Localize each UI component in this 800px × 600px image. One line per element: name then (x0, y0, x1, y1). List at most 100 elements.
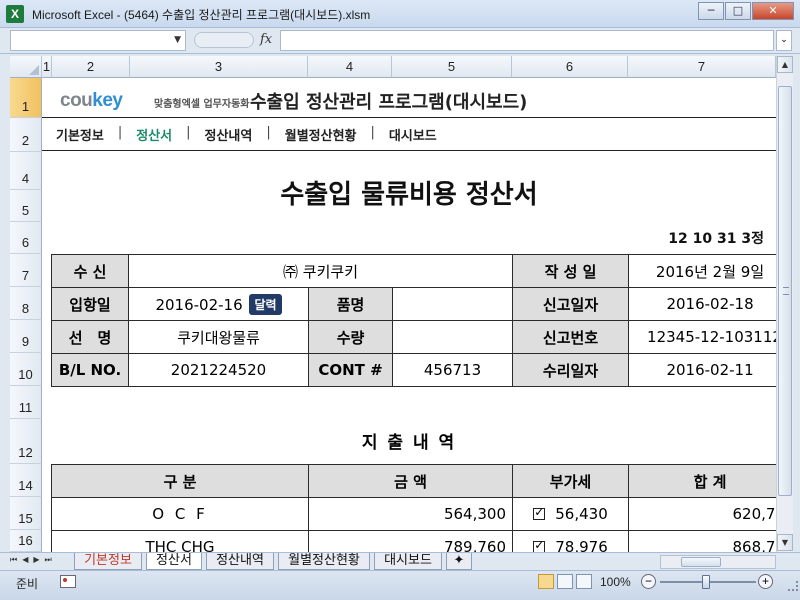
row-header-9[interactable]: 9 (10, 320, 42, 353)
created-date-value[interactable]: 2016년 2월 9일 (628, 254, 776, 288)
document-number[interactable]: 12 10 31 3정 (668, 228, 764, 248)
row-header-5[interactable]: 5 (10, 190, 42, 222)
arrival-date-cell[interactable]: 2016-02-16 달력 (128, 287, 309, 321)
menu-separator: | (186, 125, 191, 140)
sheet-tab-dashboard[interactable]: 대시보드 (374, 553, 442, 570)
excel-app-icon[interactable]: X (6, 5, 24, 23)
expense-section-title: 지 출 내 역 (361, 433, 457, 453)
expense-amount[interactable]: 789,760 (308, 530, 513, 552)
menu-divider (42, 150, 776, 151)
row-header-15[interactable]: 15 (10, 497, 42, 530)
col-header-1[interactable]: 1 (42, 56, 52, 78)
row-header-7[interactable]: 7 (10, 254, 42, 287)
table-row: B/L NO. 2021224520 CONT # 456713 수리일자 20… (51, 353, 776, 387)
menu-item-dashboard[interactable]: 대시보드 (389, 125, 437, 144)
formula-input[interactable] (280, 30, 774, 51)
expand-formula-bar-icon[interactable]: ⌄ (776, 30, 792, 51)
col-header-4[interactable]: 4 (308, 56, 392, 78)
item-name-value[interactable] (391, 287, 514, 321)
row-header-10[interactable]: 10 (10, 353, 42, 386)
expense-amount[interactable]: 564,300 (308, 497, 513, 531)
formula-splitter[interactable] (194, 32, 254, 48)
col-header-2[interactable]: 2 (52, 56, 130, 78)
menu-item-basic-info[interactable]: 기본정보 (56, 125, 104, 144)
page-break-view-icon[interactable] (576, 574, 592, 589)
sheet-tab-settlement[interactable]: 정산서 (146, 553, 202, 570)
resize-grip-icon[interactable] (788, 581, 798, 591)
sheet-nav-arrows-icon[interactable]: ⏮◀▶⏭ (10, 555, 57, 565)
arrival-date-value[interactable]: 2016-02-16 (155, 296, 242, 314)
report-number-value[interactable]: 12345-12-103112 (628, 320, 776, 354)
zoom-slider-thumb[interactable] (702, 575, 710, 589)
worksheet: coukey 맞춤형엑셀 업무자동화 수출입 정산관리 프로그램(대시보드) 기… (42, 78, 776, 552)
chevron-down-icon[interactable]: ▼ (174, 35, 181, 45)
zoom-level[interactable]: 100% (600, 575, 631, 589)
recipient-value[interactable]: ㈜ 쿠키쿠키 (127, 254, 514, 288)
scroll-down-icon[interactable]: ▼ (777, 534, 793, 551)
menu-item-monthly-status[interactable]: 월별정산현황 (285, 125, 357, 144)
expense-total[interactable]: 868,73 (628, 530, 776, 552)
menu-item-settlement-history[interactable]: 정산내역 (205, 125, 253, 144)
expense-table: 구 분 금 액 부가세 합 계 O C F 564,300 56,430 620… (51, 464, 776, 552)
normal-view-icon[interactable] (538, 574, 554, 589)
vertical-scroll-thumb[interactable] (778, 86, 792, 496)
horizontal-scrollbar[interactable] (660, 555, 776, 569)
col-header-7[interactable]: 7 (628, 56, 776, 78)
menu-item-settlement[interactable]: 정산서 (136, 125, 172, 144)
row-header-11[interactable]: 11 (10, 386, 42, 419)
col-header-6[interactable]: 6 (512, 56, 628, 78)
insert-function-icon[interactable]: fx (260, 32, 272, 47)
vertical-scrollbar[interactable]: ▲ ▼ (776, 56, 793, 552)
row-header-12[interactable]: 12 (10, 419, 42, 464)
expense-vat-cell[interactable]: 78,976 (512, 530, 629, 552)
horizontal-scroll-thumb[interactable] (681, 557, 721, 567)
page-layout-view-icon[interactable] (557, 574, 573, 589)
insert-sheet-icon[interactable]: ✦ (446, 553, 472, 570)
expense-total[interactable]: 620,73 (628, 497, 776, 531)
bl-number-label: B/L NO. (51, 353, 129, 387)
select-all-corner[interactable] (10, 56, 42, 78)
bl-number-value[interactable]: 2021224520 (128, 353, 309, 387)
col-header-3[interactable]: 3 (130, 56, 308, 78)
container-value[interactable]: 456713 (391, 353, 514, 387)
scroll-up-icon[interactable]: ▲ (777, 56, 793, 73)
minimize-button[interactable]: ─ (698, 2, 724, 20)
quantity-value[interactable] (391, 320, 514, 354)
expense-vat: 78,976 (555, 538, 608, 552)
calendar-button[interactable]: 달력 (249, 293, 282, 315)
name-box[interactable]: ▼ (10, 30, 186, 51)
sheet-tab-history[interactable]: 정산내역 (206, 553, 274, 570)
row-header-16[interactable]: 16 (10, 530, 42, 552)
close-button[interactable]: ✕ (752, 2, 794, 20)
menu-separator: | (370, 125, 375, 140)
vat-checkbox[interactable] (533, 538, 546, 552)
zoom-out-icon[interactable]: − (641, 574, 656, 589)
vat-checkbox[interactable] (533, 505, 546, 520)
status-bar: 준비 100% − + (0, 570, 800, 600)
maximize-button[interactable]: □ (725, 2, 751, 20)
left-strip (0, 56, 10, 552)
report-date-value[interactable]: 2016-02-18 (628, 287, 776, 321)
sheet-tab-monthly[interactable]: 월별정산현황 (278, 553, 370, 570)
table-row: 수 신 ㈜ 쿠키쿠키 작 성 일 2016년 2월 9일 (51, 254, 776, 288)
table-row: 선 명 쿠키대왕물류 수량 신고번호 12345-12-103112 (51, 320, 776, 354)
function-area: fx (190, 30, 280, 51)
expense-vat-cell[interactable]: 56,430 (512, 497, 629, 531)
row-header-8[interactable]: 8 (10, 287, 42, 320)
row-header-4[interactable]: 4 (10, 152, 42, 190)
ship-name-value[interactable]: 쿠키대왕물류 (128, 320, 309, 354)
row-header-6[interactable]: 6 (10, 222, 42, 254)
zoom-in-icon[interactable]: + (758, 574, 773, 589)
expense-category[interactable]: THC CHG (51, 530, 309, 552)
row-header-14[interactable]: 14 (10, 464, 42, 497)
macro-record-icon[interactable] (60, 575, 76, 588)
row-header-1[interactable]: 1 (10, 78, 42, 118)
row-header-2[interactable]: 2 (10, 118, 42, 152)
acceptance-date-value[interactable]: 2016-02-11 (628, 353, 776, 387)
sheet-tab-basic-info[interactable]: 기본정보 (74, 553, 142, 570)
expense-header-amount: 금 액 (308, 464, 513, 498)
sheet-tabs-bar: ⏮◀▶⏭ 기본정보 정산서 정산내역 월별정산현황 대시보드 ✦ (0, 552, 800, 570)
col-header-5[interactable]: 5 (392, 56, 512, 78)
expense-category[interactable]: O C F (51, 497, 309, 531)
status-ready: 준비 (16, 577, 39, 591)
